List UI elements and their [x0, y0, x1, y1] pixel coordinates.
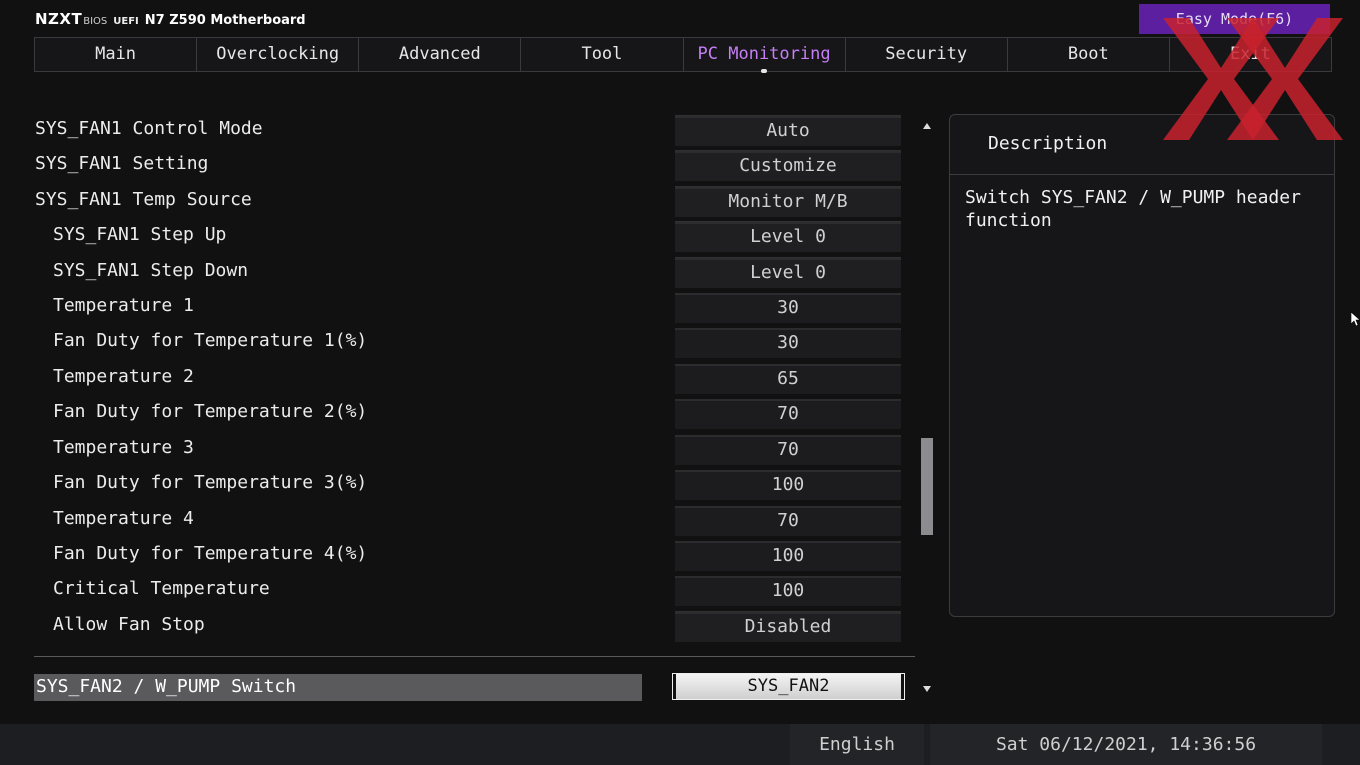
setting-row[interactable]: Temperature 2 65 — [34, 360, 914, 395]
description-text: Switch SYS_FAN2 / W_PUMP header function — [965, 187, 1301, 231]
description-header: Description — [950, 115, 1334, 175]
setting-label: SYS_FAN1 Step Up — [53, 224, 227, 245]
setting-value[interactable]: 30 — [675, 293, 901, 323]
setting-value[interactable]: 70 — [675, 506, 901, 536]
date-time-display[interactable]: Sat 06/12/2021, 14:36:56 — [930, 724, 1322, 765]
scroll-thumb[interactable] — [921, 438, 933, 535]
setting-label: Critical Temperature — [53, 578, 270, 599]
tab-boot[interactable]: Boot — [1008, 38, 1170, 71]
main-tab-bar: Main Overclocking Advanced Tool PC Monit… — [34, 37, 1332, 73]
tab-exit[interactable]: Exit — [1170, 38, 1331, 71]
setting-value[interactable]: Customize — [675, 150, 901, 181]
setting-row[interactable]: SYS_FAN1 Temp Source Monitor M/B — [34, 183, 914, 218]
setting-row[interactable]: SYS_FAN1 Step Down Level 0 — [34, 254, 914, 289]
setting-value[interactable]: 100 — [675, 541, 901, 571]
scroll-up-arrow-icon[interactable] — [923, 123, 931, 129]
mouse-pointer-icon — [1351, 312, 1360, 326]
setting-value[interactable]: Auto — [675, 115, 901, 146]
setting-label: Temperature 3 — [53, 437, 194, 458]
setting-value[interactable]: 70 — [675, 435, 901, 465]
setting-label: Temperature 1 — [53, 295, 194, 316]
brand-header: NZXTBIOS UEFI N7 Z590 Motherboard — [35, 9, 306, 29]
setting-row[interactable]: Fan Duty for Temperature 3(%) 100 — [34, 466, 914, 501]
tab-overclocking[interactable]: Overclocking — [197, 38, 360, 71]
tab-security[interactable]: Security — [846, 38, 1008, 71]
selected-setting-label: SYS_FAN2 / W_PUMP Switch — [36, 676, 297, 697]
setting-value[interactable]: 100 — [675, 470, 901, 500]
setting-row[interactable]: Temperature 4 70 — [34, 502, 914, 537]
setting-row[interactable]: Temperature 1 30 — [34, 289, 914, 324]
setting-row[interactable]: Fan Duty for Temperature 1(%) 30 — [34, 324, 914, 359]
bios-label: BIOS — [83, 16, 108, 27]
setting-label: SYS_FAN1 Setting — [35, 153, 209, 174]
setting-row[interactable]: Temperature 3 70 — [34, 431, 914, 466]
setting-label: SYS_FAN1 Temp Source — [35, 189, 252, 210]
easy-mode-button[interactable]: Easy Mode(F6) — [1139, 4, 1330, 34]
top-bar: NZXTBIOS UEFI N7 Z590 Motherboard Easy Mod… — [0, 0, 1360, 37]
setting-row[interactable]: SYS_FAN1 Control Mode Auto — [34, 112, 914, 147]
selected-setting-row[interactable]: SYS_FAN2 / W_PUMP Switch — [34, 674, 642, 701]
tab-advanced[interactable]: Advanced — [359, 38, 522, 71]
setting-label: Temperature 4 — [53, 508, 194, 529]
motherboard-model: N7 Z590 Motherboard — [144, 13, 306, 28]
nzxt-logo: NZXT — [35, 10, 83, 28]
setting-row[interactable]: Fan Duty for Temperature 2(%) 70 — [34, 395, 914, 430]
selected-setting-value[interactable]: SYS_FAN2 — [672, 673, 905, 700]
tab-pc-monitoring[interactable]: PC Monitoring — [684, 38, 846, 73]
setting-row[interactable]: Critical Temperature 100 — [34, 572, 914, 607]
setting-label: SYS_FAN1 Control Mode — [35, 118, 263, 139]
description-title: Description — [988, 133, 1108, 154]
setting-value[interactable]: 30 — [675, 328, 901, 358]
setting-label: SYS_FAN1 Step Down — [53, 260, 249, 281]
setting-value[interactable]: 65 — [675, 364, 901, 394]
uefi-label: UEFI — [113, 16, 139, 27]
setting-value[interactable]: Disabled — [675, 611, 901, 642]
scroll-down-arrow-icon[interactable] — [923, 686, 931, 692]
status-bar: English Sat 06/12/2021, 14:36:56 — [0, 724, 1360, 765]
description-panel: Description Switch SYS_FAN2 / W_PUMP hea… — [949, 114, 1335, 617]
language-selector[interactable]: English — [790, 724, 924, 765]
tab-main[interactable]: Main — [35, 38, 198, 71]
setting-row[interactable]: Fan Duty for Temperature 4(%) 100 — [34, 537, 914, 572]
setting-label: Allow Fan Stop — [53, 614, 205, 635]
setting-label: Fan Duty for Temperature 4(%) — [53, 543, 368, 564]
setting-value[interactable]: 70 — [675, 399, 901, 429]
settings-scrollbar[interactable] — [920, 119, 934, 696]
setting-row[interactable]: SYS_FAN1 Setting Customize — [34, 147, 914, 182]
setting-row[interactable]: SYS_FAN1 Step Up Level 0 — [34, 218, 914, 253]
setting-value[interactable]: 100 — [675, 576, 901, 606]
setting-label: Fan Duty for Temperature 3(%) — [53, 472, 368, 493]
setting-value[interactable]: Monitor M/B — [675, 186, 901, 217]
setting-label: Fan Duty for Temperature 2(%) — [53, 401, 368, 422]
setting-label: Temperature 2 — [53, 366, 194, 387]
settings-divider — [34, 656, 915, 657]
setting-value[interactable]: Level 0 — [675, 221, 901, 252]
tab-tool[interactable]: Tool — [521, 38, 684, 71]
setting-value[interactable]: Level 0 — [675, 257, 901, 288]
setting-row[interactable]: Allow Fan Stop Disabled — [34, 608, 914, 643]
setting-label: Fan Duty for Temperature 1(%) — [53, 330, 368, 351]
